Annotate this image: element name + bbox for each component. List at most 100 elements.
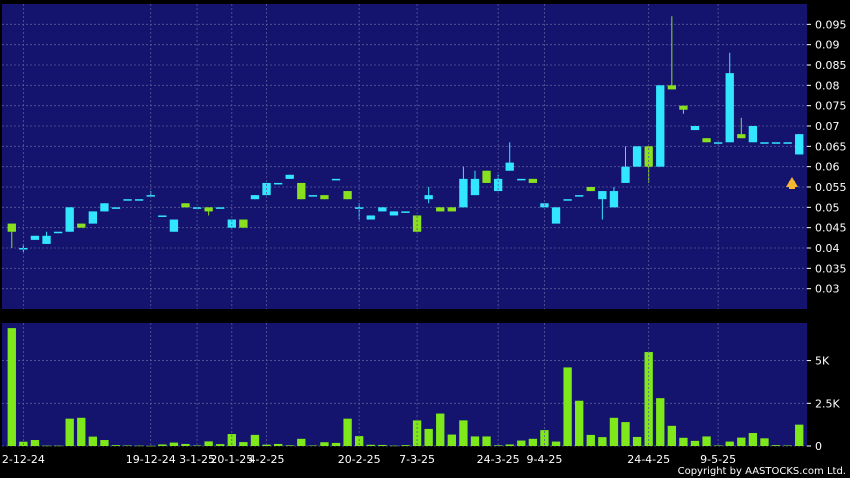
volume-bar bbox=[667, 425, 677, 446]
candle-body bbox=[632, 146, 642, 167]
candle bbox=[239, 219, 248, 228]
volume-bar bbox=[528, 438, 538, 446]
date-tick-label: 7-3-25 bbox=[399, 453, 435, 466]
candle-body bbox=[158, 215, 167, 217]
volume-bar bbox=[42, 445, 51, 447]
candle-body bbox=[459, 178, 468, 208]
candle bbox=[134, 199, 144, 201]
candle bbox=[563, 199, 572, 201]
volume-tick-label: 0 bbox=[815, 440, 822, 453]
candle-body bbox=[436, 207, 445, 212]
volume-bar bbox=[713, 445, 723, 446]
volume-bar bbox=[123, 445, 132, 446]
volume-bar bbox=[783, 445, 792, 446]
volume-bar bbox=[760, 438, 769, 446]
volume-bar bbox=[690, 440, 700, 446]
candle-body bbox=[123, 199, 132, 201]
date-tick-label: 4-2-25 bbox=[249, 453, 285, 466]
candle-body bbox=[748, 126, 758, 143]
date-tick-label: 24-4-25 bbox=[627, 453, 670, 466]
volume-bar bbox=[551, 441, 561, 446]
volume-bar bbox=[216, 444, 225, 446]
candle-body bbox=[760, 142, 769, 144]
candle-body bbox=[771, 142, 781, 144]
volume-bar bbox=[586, 434, 595, 446]
candle bbox=[575, 195, 584, 197]
candle bbox=[297, 182, 306, 200]
chart-canvas: 0.095 0.09 0.085 0.08 0.075 0.07 0.065 0.06 0.05… bbox=[2, 4, 847, 477]
candle bbox=[447, 207, 456, 212]
volume-bar bbox=[563, 367, 572, 446]
candle-body bbox=[239, 219, 248, 228]
candle-body bbox=[528, 178, 538, 183]
candle-body bbox=[713, 142, 723, 144]
candle-body bbox=[134, 199, 144, 201]
volume-bar bbox=[308, 445, 318, 446]
candle-body bbox=[320, 195, 329, 200]
volume-bar bbox=[459, 420, 468, 446]
price-tick-label: 0.05 bbox=[815, 201, 840, 214]
candle bbox=[436, 207, 445, 212]
candle-body bbox=[447, 207, 456, 212]
candle bbox=[378, 207, 387, 212]
candle-body bbox=[563, 199, 572, 201]
volume-bar bbox=[181, 443, 190, 446]
price-tick-label: 0.075 bbox=[815, 100, 847, 113]
volume-bar bbox=[575, 400, 584, 446]
volume-bar bbox=[598, 437, 607, 446]
volume-bar bbox=[285, 445, 294, 446]
price-tick-label: 0.065 bbox=[815, 140, 847, 153]
candle-body bbox=[181, 203, 190, 208]
volume-axis: 5K 2.5K 0 bbox=[807, 355, 840, 453]
candle-body bbox=[598, 191, 607, 200]
volume-bar bbox=[795, 424, 804, 446]
volume-bar bbox=[297, 438, 306, 446]
candle-body bbox=[470, 178, 480, 196]
volume-bar bbox=[146, 445, 155, 447]
candle bbox=[331, 178, 341, 181]
candle bbox=[713, 142, 723, 144]
candle-body bbox=[690, 126, 700, 131]
date-tick-label: 19-12-24 bbox=[126, 453, 176, 466]
volume-bar bbox=[517, 440, 526, 446]
candle-body bbox=[737, 134, 746, 139]
candle-body bbox=[656, 85, 665, 167]
candle-body bbox=[42, 235, 51, 244]
candle-body bbox=[7, 223, 16, 232]
candle bbox=[586, 187, 595, 192]
volume-tick-label: 2.5K bbox=[815, 397, 840, 410]
candle bbox=[690, 126, 700, 131]
candle-body bbox=[53, 231, 63, 234]
candle-body bbox=[586, 187, 595, 192]
price-tick-label: 0.085 bbox=[815, 59, 847, 72]
candle-body bbox=[795, 134, 804, 155]
price-panel bbox=[2, 4, 807, 309]
volume-bar bbox=[239, 442, 248, 446]
candle-body bbox=[401, 211, 410, 213]
candle-body bbox=[366, 215, 375, 220]
candle bbox=[702, 138, 711, 143]
candle-body bbox=[331, 178, 341, 181]
candle-body bbox=[389, 211, 399, 216]
price-tick-label: 0.07 bbox=[815, 120, 840, 133]
volume-bar bbox=[771, 445, 781, 446]
candle bbox=[285, 174, 294, 179]
price-axis: 0.095 0.09 0.085 0.08 0.075 0.07 0.065 0.06 0.05… bbox=[807, 18, 847, 296]
candle bbox=[273, 182, 283, 185]
candle-body bbox=[505, 162, 514, 171]
volume-bar bbox=[158, 444, 167, 446]
candle bbox=[551, 207, 561, 224]
candle-body bbox=[88, 211, 98, 224]
volume-bar bbox=[7, 328, 16, 446]
candle-body bbox=[308, 195, 318, 197]
candle-body bbox=[250, 195, 260, 200]
candle-body bbox=[297, 182, 306, 200]
candle bbox=[783, 142, 792, 144]
date-tick-label: 20-2-25 bbox=[338, 453, 381, 466]
candle bbox=[656, 85, 665, 167]
candle-body bbox=[702, 138, 711, 143]
candle bbox=[389, 211, 399, 216]
candle bbox=[320, 195, 329, 200]
price-tick-label: 0.04 bbox=[815, 242, 840, 255]
volume-bar bbox=[53, 445, 63, 447]
